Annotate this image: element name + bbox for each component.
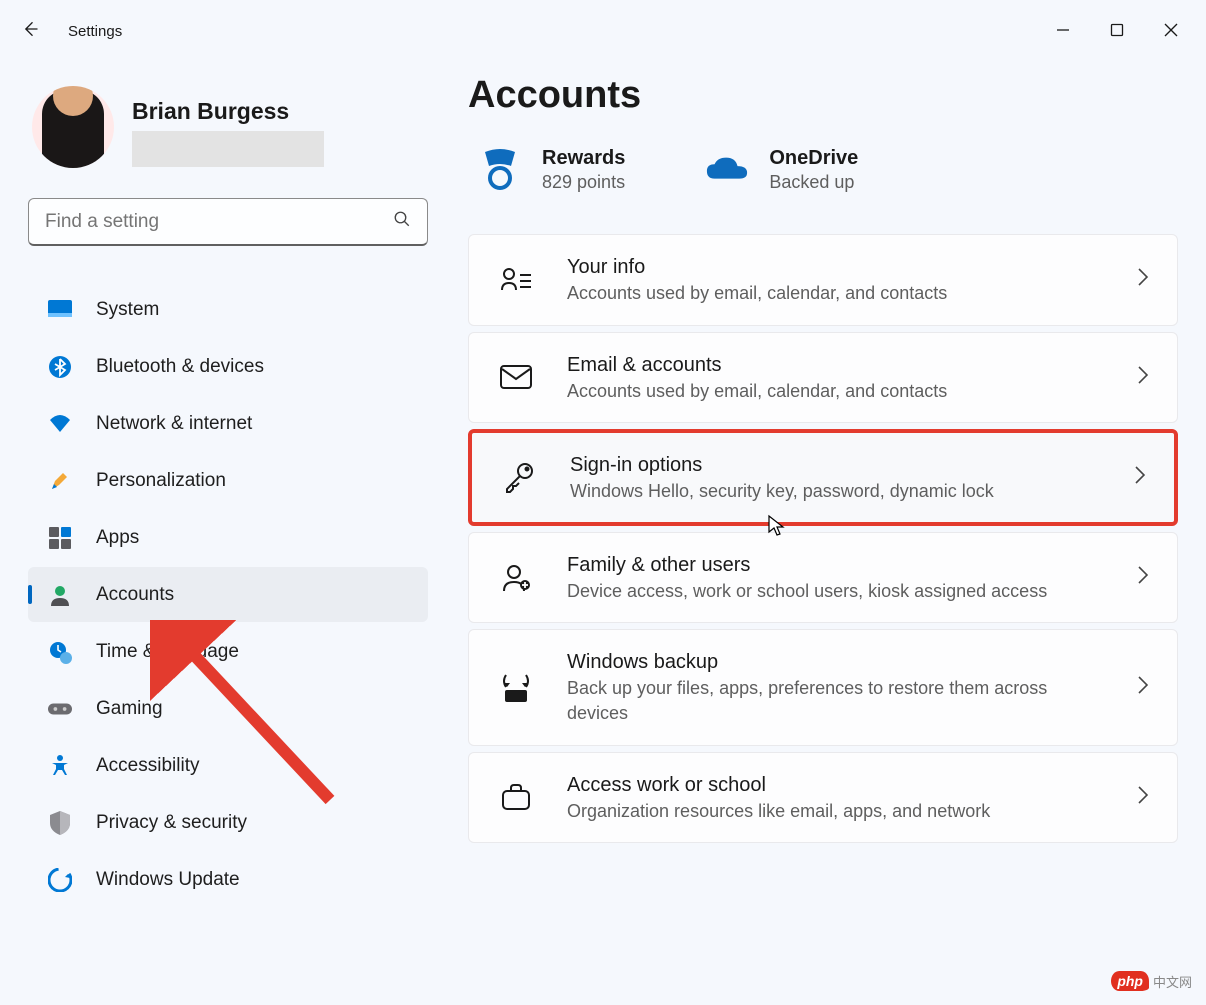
- tile-title: OneDrive: [769, 145, 858, 171]
- status-tiles: Rewards 829 points OneDrive Backed up: [468, 145, 1178, 194]
- row-sub: Accounts used by email, calendar, and co…: [567, 281, 1105, 306]
- mail-icon: [497, 358, 535, 396]
- chevron-right-icon: [1134, 465, 1146, 490]
- tile-sub: 829 points: [542, 171, 625, 194]
- maximize-button[interactable]: [1110, 23, 1124, 40]
- sidebar-item-label: System: [96, 299, 159, 321]
- profile-name: Brian Burgess: [132, 98, 324, 125]
- titlebar: Settings: [0, 0, 1206, 62]
- row-family-other-users[interactable]: Family & other users Device access, work…: [468, 532, 1178, 623]
- shield-icon: [48, 811, 72, 835]
- close-button[interactable]: [1164, 23, 1178, 40]
- accessibility-icon: [48, 754, 72, 778]
- profile-email-redacted: [132, 131, 324, 167]
- avatar: [32, 86, 114, 168]
- sidebar-item-label: Bluetooth & devices: [96, 356, 264, 378]
- sidebar-item-apps[interactable]: Apps: [28, 510, 428, 565]
- rewards-icon: [478, 148, 522, 192]
- watermark-logo: php: [1111, 971, 1149, 991]
- sidebar-item-label: Privacy & security: [96, 812, 247, 834]
- sidebar-item-network[interactable]: Network & internet: [28, 396, 428, 451]
- briefcase-icon: [497, 778, 535, 816]
- sidebar-item-privacy[interactable]: Privacy & security: [28, 795, 428, 850]
- row-email-accounts[interactable]: Email & accounts Accounts used by email,…: [468, 332, 1178, 423]
- sidebar-item-label: Accounts: [96, 584, 174, 606]
- chevron-right-icon: [1137, 785, 1149, 810]
- row-title: Family & other users: [567, 551, 1105, 579]
- row-title: Email & accounts: [567, 351, 1105, 379]
- sidebar-item-label: Network & internet: [96, 413, 252, 435]
- row-sub: Device access, work or school users, kio…: [567, 579, 1105, 604]
- row-title: Your info: [567, 253, 1105, 281]
- row-sub: Back up your files, apps, preferences to…: [567, 676, 1105, 726]
- row-sub: Windows Hello, security key, password, d…: [570, 479, 1102, 504]
- row-title: Access work or school: [567, 771, 1105, 799]
- back-button[interactable]: [20, 19, 40, 44]
- tile-rewards[interactable]: Rewards 829 points: [478, 145, 625, 194]
- sidebar-item-bluetooth[interactable]: Bluetooth & devices: [28, 339, 428, 394]
- tile-onedrive[interactable]: OneDrive Backed up: [705, 145, 858, 194]
- watermark: php 中文网: [1111, 971, 1192, 991]
- search-icon: [393, 210, 411, 233]
- row-sub: Organization resources like email, apps,…: [567, 799, 1105, 824]
- search-box[interactable]: [28, 198, 428, 246]
- wifi-icon: [48, 412, 72, 436]
- apps-icon: [48, 526, 72, 550]
- search-input[interactable]: [45, 211, 393, 233]
- chevron-right-icon: [1137, 267, 1149, 292]
- sidebar-item-personalization[interactable]: Personalization: [28, 453, 428, 508]
- settings-rows: Your info Accounts used by email, calend…: [468, 234, 1178, 842]
- chevron-right-icon: [1137, 675, 1149, 700]
- window-title: Settings: [68, 23, 122, 40]
- gamepad-icon: [48, 697, 72, 721]
- brush-icon: [48, 469, 72, 493]
- sidebar-item-label: Apps: [96, 527, 139, 549]
- profile-block[interactable]: Brian Burgess: [28, 86, 428, 168]
- row-your-info[interactable]: Your info Accounts used by email, calend…: [468, 234, 1178, 325]
- sidebar-item-label: Gaming: [96, 698, 163, 720]
- sidebar-item-label: Time & language: [96, 641, 239, 663]
- row-title: Windows backup: [567, 648, 1105, 676]
- update-icon: [48, 868, 72, 892]
- row-windows-backup[interactable]: Windows backup Back up your files, apps,…: [468, 629, 1178, 745]
- tile-sub: Backed up: [769, 171, 858, 194]
- chevron-right-icon: [1137, 565, 1149, 590]
- page-title: Accounts: [468, 74, 1178, 117]
- row-sub: Accounts used by email, calendar, and co…: [567, 379, 1105, 404]
- watermark-text: 中文网: [1153, 972, 1192, 991]
- sidebar-item-accessibility[interactable]: Accessibility: [28, 738, 428, 793]
- sidebar-item-system[interactable]: System: [28, 282, 428, 337]
- row-title: Sign-in options: [570, 451, 1102, 479]
- sidebar-item-label: Windows Update: [96, 869, 240, 891]
- sidebar-nav: System Bluetooth & devices Network & int…: [28, 282, 428, 907]
- onedrive-icon: [705, 148, 749, 192]
- clock-globe-icon: [48, 640, 72, 664]
- tile-title: Rewards: [542, 145, 625, 171]
- row-sign-in-options[interactable]: Sign-in options Windows Hello, security …: [468, 429, 1178, 526]
- chevron-right-icon: [1137, 365, 1149, 390]
- sidebar-item-time-language[interactable]: Time & language: [28, 624, 428, 679]
- person-icon: [48, 583, 72, 607]
- sidebar-item-label: Personalization: [96, 470, 226, 492]
- family-icon: [497, 559, 535, 597]
- minimize-button[interactable]: [1056, 23, 1070, 40]
- sidebar-item-label: Accessibility: [96, 755, 199, 777]
- sidebar-item-gaming[interactable]: Gaming: [28, 681, 428, 736]
- sidebar-item-windows-update[interactable]: Windows Update: [28, 852, 428, 907]
- bluetooth-icon: [48, 355, 72, 379]
- backup-icon: [497, 668, 535, 706]
- sidebar-item-accounts[interactable]: Accounts: [28, 567, 428, 622]
- your-info-icon: [497, 261, 535, 299]
- row-access-work-school[interactable]: Access work or school Organization resou…: [468, 752, 1178, 843]
- system-icon: [48, 298, 72, 322]
- key-icon: [500, 458, 538, 496]
